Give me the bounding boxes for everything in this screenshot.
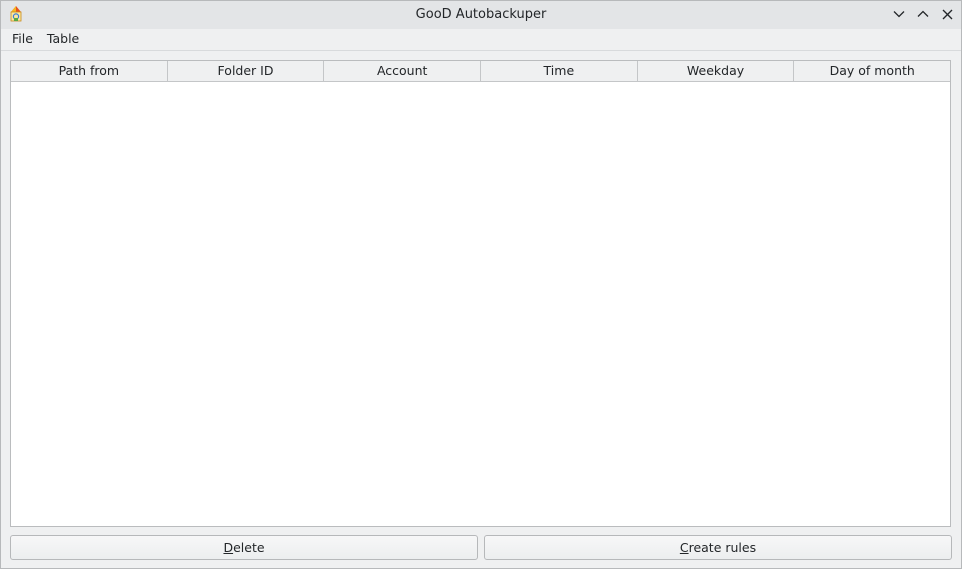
menu-table[interactable]: Table	[40, 29, 86, 50]
close-button[interactable]	[939, 6, 955, 22]
column-header-path-from[interactable]: Path from	[11, 61, 168, 81]
menu-file[interactable]: File	[5, 29, 40, 50]
close-icon	[942, 9, 952, 19]
table-header: Path from Folder ID Account Time Weekday…	[11, 61, 950, 82]
column-header-day-of-month[interactable]: Day of month	[794, 61, 950, 81]
create-rules-button[interactable]: Create rules	[484, 535, 952, 560]
app-window: GooD Autobackuper File Table Path from F…	[0, 0, 962, 569]
window-title: GooD Autobackuper	[415, 7, 547, 22]
table-body[interactable]	[11, 82, 950, 526]
chevron-down-icon	[893, 11, 905, 18]
chevron-up-icon	[917, 10, 929, 17]
delete-button-label: elete	[233, 540, 265, 555]
column-header-weekday[interactable]: Weekday	[638, 61, 795, 81]
column-header-time[interactable]: Time	[481, 61, 638, 81]
menu-bar: File Table	[1, 29, 961, 51]
create-rules-button-label: reate rules	[688, 540, 757, 555]
delete-button[interactable]: Delete	[10, 535, 478, 560]
title-bar[interactable]: GooD Autobackuper	[1, 1, 961, 29]
rules-table[interactable]: Path from Folder ID Account Time Weekday…	[10, 60, 951, 527]
maximize-button[interactable]	[915, 6, 931, 22]
minimize-button[interactable]	[891, 6, 907, 22]
column-header-account[interactable]: Account	[324, 61, 482, 81]
delete-button-mnemonic: D	[223, 540, 234, 555]
create-rules-button-mnemonic: C	[679, 540, 689, 555]
column-header-folder-id[interactable]: Folder ID	[168, 61, 325, 81]
